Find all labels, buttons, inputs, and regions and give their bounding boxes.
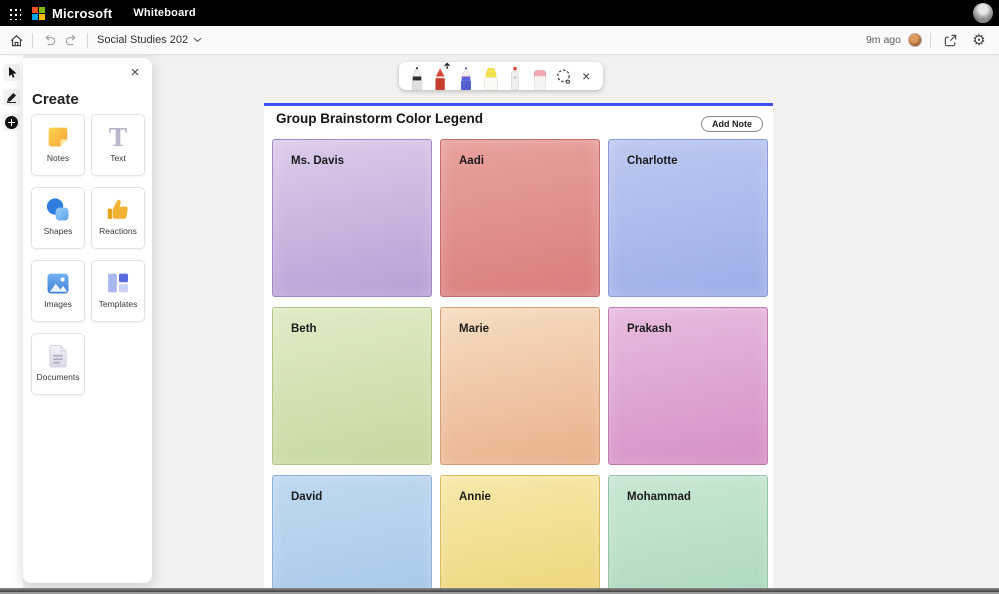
galaxy-pen[interactable] [455, 62, 477, 90]
sticky-note-author: Marie [459, 323, 490, 335]
plus-circle-icon [5, 116, 18, 129]
laser-pointer[interactable] [504, 62, 526, 90]
svg-text:T: T [109, 123, 127, 151]
notes-icon [44, 123, 72, 151]
create-panel: × Create Notes T Text Shapes Reactions I… [23, 58, 152, 583]
reactions-icon [104, 196, 132, 224]
sticky-note[interactable]: Aadi [440, 139, 600, 297]
create-card-label: Images [44, 299, 72, 309]
create-card-label: Text [110, 153, 126, 163]
sticky-note[interactable]: Ms. Davis [272, 139, 432, 297]
board-name-dropdown[interactable]: Social Studies 202 [93, 31, 206, 49]
settings-button[interactable]: ⚙ [968, 29, 990, 51]
left-tool-rail [0, 55, 23, 588]
sticky-note-author: Prakash [627, 323, 672, 335]
add-note-button[interactable]: Add Note [701, 116, 763, 132]
create-card-images[interactable]: Images [31, 260, 85, 322]
eraser[interactable] [528, 62, 550, 90]
red-pen-selected[interactable] [430, 62, 452, 90]
gear-icon: ⚙ [972, 31, 986, 49]
divider [930, 32, 931, 48]
app-name: Whiteboard [133, 7, 196, 19]
share-button[interactable] [939, 29, 961, 51]
black-pen[interactable] [406, 62, 428, 90]
close-icon[interactable]: × [126, 64, 144, 82]
create-card-label: Shapes [43, 226, 73, 236]
sticky-note-author: Aadi [459, 155, 484, 167]
shapes-icon [44, 196, 72, 224]
images-icon [44, 269, 72, 297]
sticky-note[interactable]: Marie [440, 307, 600, 465]
last-edited-label: 9m ago [865, 34, 901, 46]
app-launcher-button[interactable] [0, 0, 28, 26]
create-card-notes[interactable]: Notes [31, 114, 85, 176]
whiteboard-app: Group Brainstorm Color Legend Add Note M… [0, 0, 999, 594]
sticky-note-author: Beth [291, 323, 317, 335]
ink-tool-button[interactable] [3, 89, 20, 106]
sticky-note[interactable]: David [272, 475, 432, 594]
yellow-highlighter[interactable] [479, 62, 501, 90]
board-name-label: Social Studies 202 [97, 34, 189, 46]
create-card-documents[interactable]: Documents [31, 333, 85, 395]
home-icon [10, 34, 22, 46]
pen-icon [7, 92, 17, 104]
frame-title: Group Brainstorm Color Legend [276, 111, 484, 126]
collaborator-avatar[interactable] [908, 33, 922, 47]
text-icon: T [104, 123, 132, 151]
sticky-note-author: Mohammad [627, 491, 691, 503]
create-card-label: Documents [36, 372, 80, 382]
sticky-note[interactable]: Charlotte [608, 139, 768, 297]
waffle-icon [7, 6, 21, 20]
account-avatar[interactable] [973, 3, 993, 23]
sticky-note[interactable]: Beth [272, 307, 432, 465]
sticky-note-author: Ms. Davis [291, 155, 345, 167]
menu-bar: Social Studies 202 9m ago ⚙ [0, 26, 999, 55]
create-card-shapes[interactable]: Shapes [31, 187, 85, 249]
undo-icon [44, 34, 55, 45]
redo-button[interactable] [60, 29, 82, 51]
divider [32, 32, 33, 48]
lasso-select-icon[interactable] [553, 65, 575, 87]
share-icon [944, 34, 956, 46]
cursor-icon [8, 66, 17, 78]
select-tool-button[interactable] [3, 64, 20, 81]
notes-grid: Ms. Davis Aadi Charlotte Beth Marie Prak… [272, 139, 769, 594]
create-cards: Notes T Text Shapes Reactions Images Tem… [31, 114, 145, 395]
legend-frame[interactable]: Group Brainstorm Color Legend Add Note M… [264, 103, 773, 594]
sticky-note[interactable]: Mohammad [608, 475, 768, 594]
sticky-note-author: David [291, 491, 323, 503]
home-button[interactable] [5, 29, 27, 51]
brand-name: Microsoft [52, 5, 113, 21]
chevron-down-icon [193, 37, 202, 43]
create-card-label: Notes [46, 153, 70, 163]
sticky-note-author: Annie [459, 491, 491, 503]
redo-icon [65, 34, 76, 45]
sticky-note[interactable]: Prakash [608, 307, 768, 465]
create-card-label: Reactions [99, 226, 137, 236]
templates-icon [104, 269, 132, 297]
title-bar: Microsoft Whiteboard [0, 0, 999, 26]
close-icon[interactable]: × [576, 65, 596, 87]
create-card-templates[interactable]: Templates [91, 260, 145, 322]
create-card-text[interactable]: T Text [91, 114, 145, 176]
undo-button[interactable] [38, 29, 60, 51]
divider [87, 32, 88, 48]
create-tool-button[interactable] [3, 114, 20, 131]
create-card-reactions[interactable]: Reactions [91, 187, 145, 249]
create-card-label: Templates [98, 299, 138, 309]
microsoft-logo [32, 6, 45, 20]
pen-toolbar: × [399, 62, 603, 90]
create-panel-title: Create [32, 91, 79, 108]
sticky-note-author: Charlotte [627, 155, 678, 167]
documents-icon [44, 342, 72, 370]
sticky-note[interactable]: Annie [440, 475, 600, 594]
